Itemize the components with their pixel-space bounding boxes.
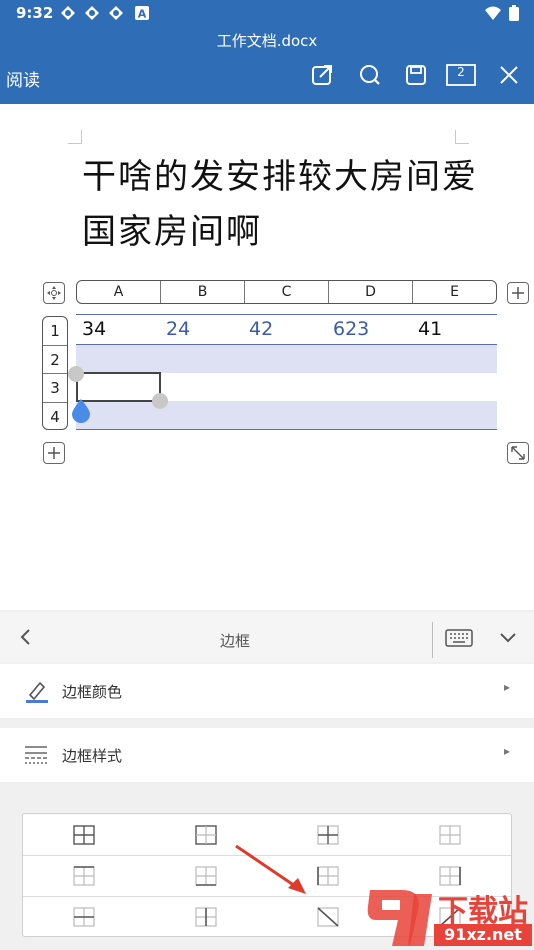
chevron-right-icon: ▸ xyxy=(503,680,510,694)
row-header-2[interactable]: 2 xyxy=(43,346,67,374)
border-color-label: 边框颜色 xyxy=(62,683,123,701)
outer-borders-icon xyxy=(195,824,217,845)
search-icon xyxy=(360,65,380,85)
watermark: 下载站 91xz.net xyxy=(362,880,534,950)
plus-icon xyxy=(48,447,60,459)
app-icon xyxy=(61,6,75,20)
column-header-d[interactable]: D xyxy=(329,281,413,303)
column-header-e[interactable]: E xyxy=(413,281,496,303)
all-borders-button[interactable] xyxy=(23,814,145,855)
battery-icon xyxy=(509,5,519,21)
selection-handle[interactable] xyxy=(152,393,168,409)
save-icon xyxy=(406,65,426,85)
inner-vertical-border-icon xyxy=(195,906,217,927)
expand-table-button[interactable] xyxy=(507,442,529,464)
app-root: 9:32 A 工作文档.docx 阅读 2 干啥的发安排较大房间爱国家房间啊 A… xyxy=(0,0,534,950)
top-border-button[interactable] xyxy=(23,855,145,896)
inner-horizontal-border-icon xyxy=(73,906,95,927)
row-header-3[interactable]: 3 xyxy=(43,374,67,403)
add-column-button[interactable] xyxy=(507,282,529,304)
annotation-arrow-icon xyxy=(235,844,306,894)
a-icon: A xyxy=(135,6,149,21)
panel-header: 边框 xyxy=(0,612,534,662)
close-icon xyxy=(500,66,518,84)
page-corner-mark xyxy=(455,130,469,144)
cell-d1[interactable]: 623 xyxy=(333,316,369,342)
border-style-label: 边框样式 xyxy=(62,747,123,765)
status-bar: 9:32 A xyxy=(0,0,534,26)
drag-handle-icon[interactable] xyxy=(70,398,92,424)
bottom-border-icon xyxy=(195,865,217,886)
inner-borders-icon xyxy=(317,824,339,845)
keyboard-icon[interactable] xyxy=(445,629,473,647)
add-row-button[interactable] xyxy=(43,442,65,464)
table-row-2[interactable] xyxy=(76,345,497,373)
page-corner-mark xyxy=(68,130,82,144)
close-button[interactable] xyxy=(496,62,522,88)
plus-icon xyxy=(512,287,524,299)
row-header-bar: 1 2 3 4 xyxy=(42,316,68,430)
wifi-icon xyxy=(485,6,501,20)
top-bar: 9:32 A 工作文档.docx 阅读 2 xyxy=(0,0,534,104)
page-count-text: 2 xyxy=(457,65,465,79)
chevron-right-icon: ▸ xyxy=(503,744,510,758)
share-icon xyxy=(312,65,332,85)
all-borders-icon xyxy=(73,824,95,845)
column-header-bar: A B C D E xyxy=(76,280,497,304)
expand-icon xyxy=(511,446,525,460)
search-button[interactable] xyxy=(357,62,383,88)
watermark-url: 91xz.net xyxy=(434,924,532,946)
document-heading[interactable]: 干啥的发安排较大房间爱国家房间啊 xyxy=(82,150,482,260)
no-borders-icon xyxy=(439,824,461,845)
table-border xyxy=(76,314,497,315)
border-color-option[interactable]: 边框颜色 ▸ xyxy=(0,664,534,718)
svg-text:A: A xyxy=(138,8,147,21)
table-row-4[interactable] xyxy=(76,401,497,429)
cell-a1[interactable]: 34 xyxy=(82,316,106,342)
app-icon xyxy=(85,6,99,20)
diagonal-border-icon xyxy=(317,906,339,927)
no-borders-button[interactable] xyxy=(389,814,511,855)
document-page: 干啥的发安排较大房间爱国家房间啊 A B C D E 1 2 3 4 34 24… xyxy=(0,104,534,610)
app-icon xyxy=(109,6,123,20)
line-style-icon xyxy=(25,746,47,764)
cell-b1[interactable]: 24 xyxy=(166,316,190,342)
move-icon xyxy=(47,286,61,300)
share-button[interactable] xyxy=(309,62,335,88)
page-count-button[interactable]: 2 xyxy=(446,62,476,88)
column-header-c[interactable]: C xyxy=(245,281,329,303)
column-header-a[interactable]: A xyxy=(77,281,161,303)
read-mode-button[interactable]: 阅读 xyxy=(6,66,40,91)
status-time: 9:32 xyxy=(16,4,54,22)
save-button[interactable] xyxy=(403,62,429,88)
row-header-1[interactable]: 1 xyxy=(43,317,67,346)
cell-c1[interactable]: 42 xyxy=(249,316,273,342)
row-header-4[interactable]: 4 xyxy=(43,403,67,432)
cell-e1[interactable]: 41 xyxy=(418,316,442,342)
table-move-button[interactable] xyxy=(43,282,65,304)
pen-icon xyxy=(26,681,48,703)
selection-handle[interactable] xyxy=(68,366,84,382)
column-header-b[interactable]: B xyxy=(161,281,245,303)
watermark-logo-icon xyxy=(367,890,432,946)
panel-title: 边框 xyxy=(219,632,250,650)
divider xyxy=(432,622,433,658)
collapse-chevron-icon[interactable] xyxy=(499,632,517,644)
inner-vertical-border-button[interactable] xyxy=(145,896,267,937)
top-border-icon xyxy=(73,865,95,886)
inner-horizontal-border-button[interactable] xyxy=(23,896,145,937)
left-border-icon xyxy=(317,865,339,886)
table-border xyxy=(76,429,497,430)
document-filename: 工作文档.docx xyxy=(216,32,318,50)
border-style-option[interactable]: 边框样式 ▸ xyxy=(0,728,534,782)
